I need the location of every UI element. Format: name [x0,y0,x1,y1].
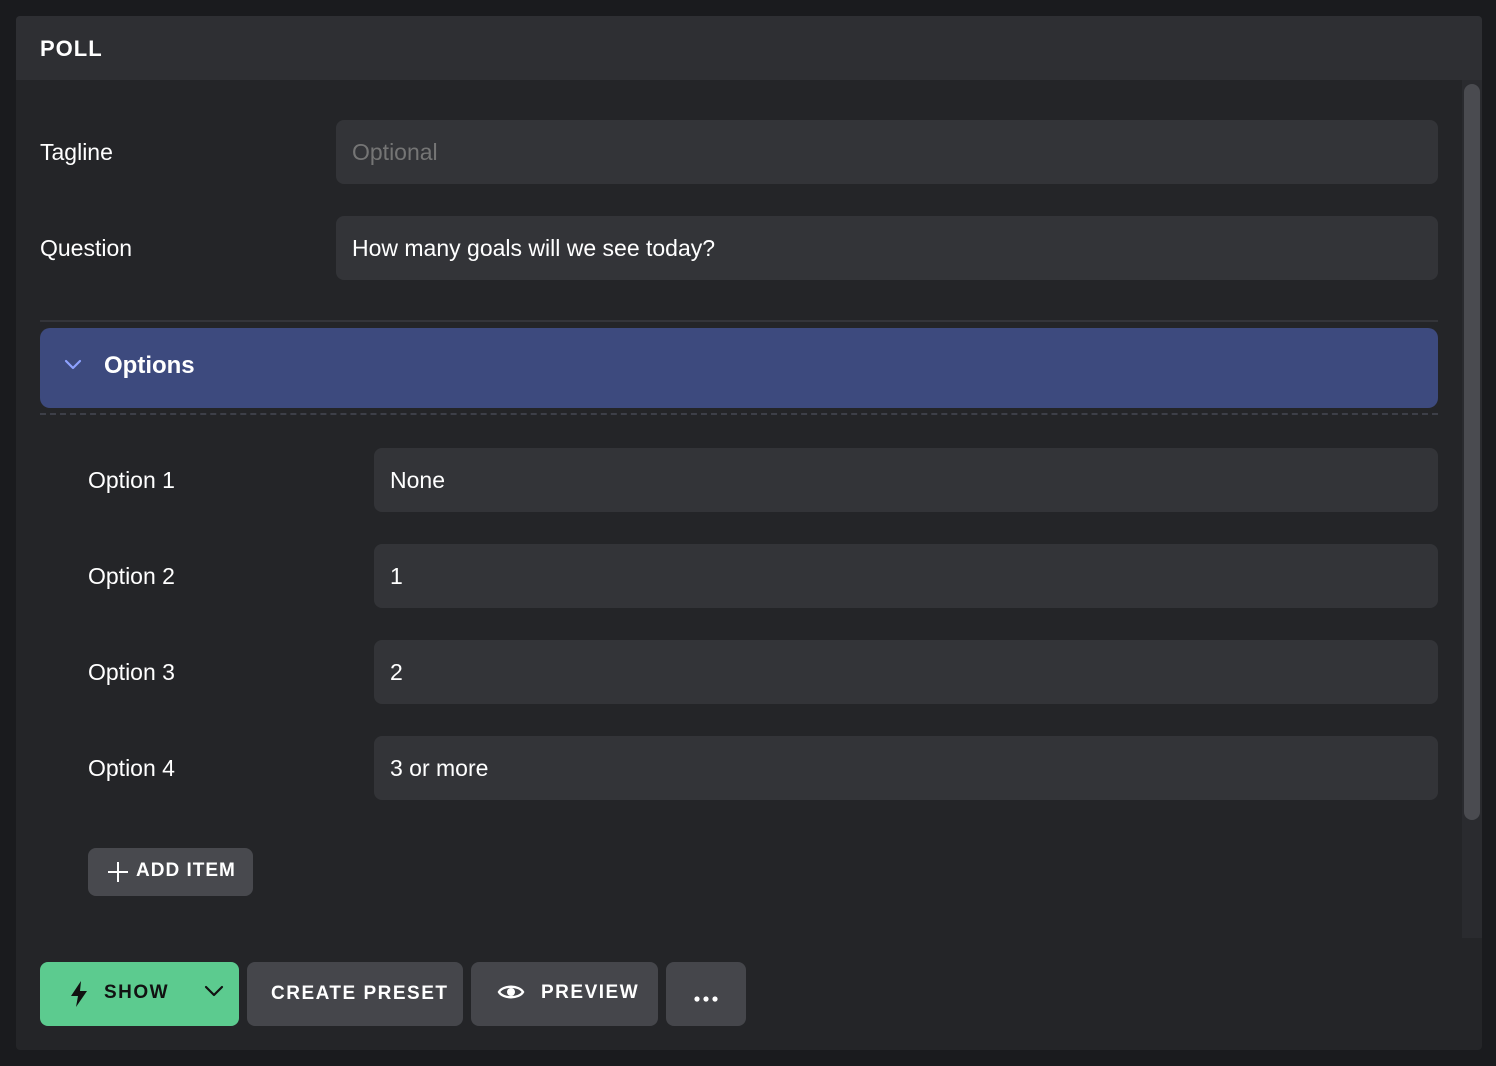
option-4-label: Option 4 [88,755,175,781]
panel-title: POLL [40,36,103,61]
preview-label: PREVIEW [541,982,640,1003]
option-3-label: Option 3 [88,659,175,685]
tagline-label: Tagline [40,139,113,165]
more-horizontal-icon [693,990,719,1008]
poll-panel: POLL Tagline Question How many goals wil… [16,16,1482,1050]
option-1-label: Option 1 [88,467,175,493]
add-item-button[interactable]: ADD ITEM [88,848,253,896]
show-label: SHOW [104,982,170,1003]
options-section-title: Options [104,352,195,379]
create-preset-button[interactable]: CREATE PRESET [247,962,463,1026]
question-label: Question [40,235,133,261]
add-item-label: ADD ITEM [136,860,236,881]
show-button[interactable]: SHOW [40,962,239,1026]
lightning-bolt-icon [68,980,90,1013]
option-2-input[interactable]: 1 [374,544,1438,608]
create-preset-label: CREATE PRESET [271,983,449,1004]
eye-icon [497,982,525,1007]
options-section-toggle[interactable]: Options [40,328,1438,408]
plus-icon [106,860,130,889]
option-2-label: Option 2 [88,563,175,589]
chevron-down-icon [64,358,82,376]
preview-button[interactable]: PREVIEW [471,962,658,1026]
chevron-down-icon[interactable] [204,984,224,1003]
option-1-input[interactable]: None [374,448,1438,512]
tagline-input[interactable] [336,120,1438,184]
options-dashed-divider [40,413,1438,415]
option-4-input[interactable]: 3 or more [374,736,1438,800]
section-divider [40,320,1438,322]
scrollbar-thumb[interactable] [1464,84,1480,820]
more-options-button[interactable] [666,962,746,1026]
panel-header: POLL [16,16,1482,80]
option-3-input[interactable]: 2 [374,640,1438,704]
question-input[interactable]: How many goals will we see today? [336,216,1438,280]
